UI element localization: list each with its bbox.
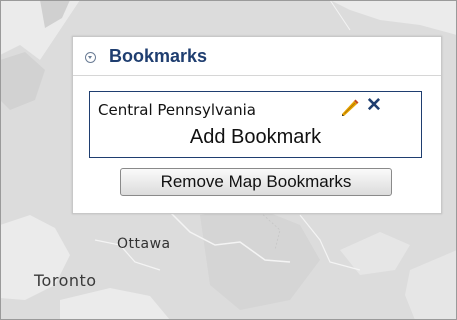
bookmark-item-central-pennsylvania[interactable]: Central Pennsylvania: [98, 101, 256, 119]
bookmarks-panel: Bookmarks Central Pennsylvania ✕ Add Boo…: [72, 36, 442, 214]
bookmark-list: Central Pennsylvania ✕ Add Bookmark: [89, 91, 422, 158]
map-label-toronto: Toronto: [34, 271, 97, 290]
pencil-icon[interactable]: [340, 98, 360, 123]
map-label-ottawa: Ottawa: [117, 236, 171, 252]
panel-title: Bookmarks: [109, 46, 208, 66]
close-icon[interactable]: ✕: [366, 96, 382, 115]
bookmarks-panel-header[interactable]: Bookmarks: [73, 37, 441, 76]
collapse-chevron-icon[interactable]: [85, 52, 96, 63]
remove-map-bookmarks-button[interactable]: Remove Map Bookmarks: [120, 168, 392, 196]
add-bookmark-button[interactable]: Add Bookmark: [90, 126, 421, 149]
